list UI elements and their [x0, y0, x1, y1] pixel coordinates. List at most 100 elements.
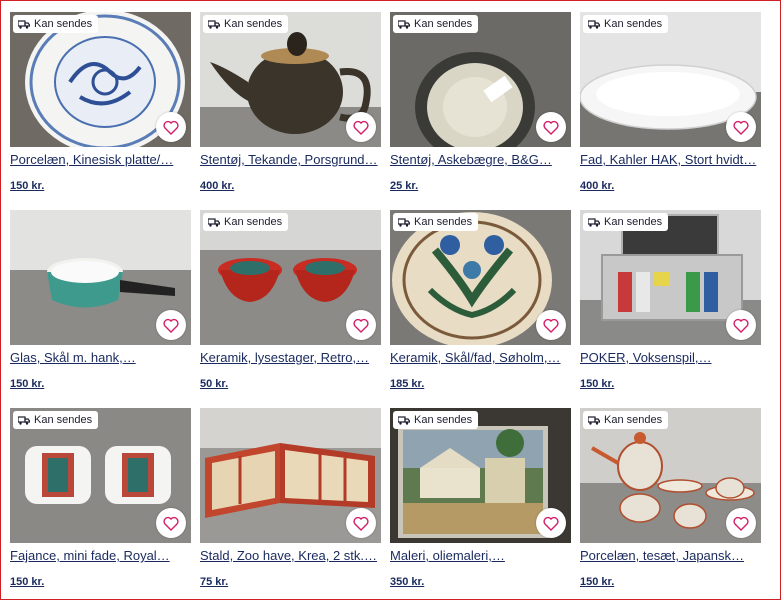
listing-title[interactable]: Maleri, oliemaleri,… — [390, 548, 571, 564]
listing-title[interactable]: Keramik, Skål/fad, Søholm,… — [390, 350, 571, 366]
listing-price[interactable]: 75 kr. — [200, 575, 381, 589]
listing-image[interactable]: Kan sendes — [580, 408, 761, 543]
shipping-badge-label: Kan sendes — [34, 18, 93, 30]
listing-title[interactable]: Porcelæn, Kinesisk platte/… — [10, 152, 191, 168]
shipping-badge: Kan sendes — [393, 15, 479, 33]
heart-icon — [733, 516, 749, 531]
listing-title[interactable]: Fad, Kahler HAK, Stort hvidt… — [580, 152, 761, 168]
listing-card[interactable]: Kan sendes Fad, Kahler HAK, Stort hvidt…… — [580, 12, 761, 193]
listing-card[interactable]: Kan sendes Porcelæn, Kinesisk platte/… 1… — [10, 12, 191, 193]
listing-title[interactable]: Stald, Zoo have, Krea, 2 stk.… — [200, 548, 381, 564]
favorite-button[interactable] — [346, 310, 376, 340]
shipping-badge: Kan sendes — [583, 15, 669, 33]
listing-title[interactable]: Keramik, lysestager, Retro,… — [200, 350, 381, 366]
favorite-button[interactable] — [536, 508, 566, 538]
listing-price[interactable]: 150 kr. — [580, 575, 761, 589]
listing-price[interactable]: 185 kr. — [390, 377, 571, 391]
heart-icon — [353, 318, 369, 333]
favorite-button[interactable] — [726, 112, 756, 142]
listing-card[interactable]: Kan sendes Keramik, lysestager, Retro,… … — [200, 210, 381, 391]
favorite-button[interactable] — [726, 508, 756, 538]
listing-image[interactable]: Kan sendes — [390, 210, 571, 345]
listing-image[interactable]: Kan sendes — [10, 12, 191, 147]
listing-price[interactable]: 25 kr. — [390, 179, 571, 193]
favorite-button[interactable] — [156, 112, 186, 142]
listing-card[interactable]: Stald, Zoo have, Krea, 2 stk.… 75 kr. — [200, 408, 381, 589]
heart-icon — [163, 120, 179, 135]
listing-card[interactable]: Kan sendes Maleri, oliemaleri,… 350 kr. — [390, 408, 571, 589]
truck-icon — [18, 19, 30, 29]
shipping-badge-label: Kan sendes — [604, 216, 663, 228]
listing-price[interactable]: 150 kr. — [580, 377, 761, 391]
listing-price[interactable]: 150 kr. — [10, 179, 191, 193]
listing-card[interactable]: Kan sendes Porcelæn, tesæt, Japansk… 150… — [580, 408, 761, 589]
truck-icon — [588, 19, 600, 29]
listing-card[interactable]: Kan sendes Stentøj, Tekande, Porsgrund… … — [200, 12, 381, 193]
heart-icon — [543, 120, 559, 135]
listing-card[interactable]: Kan sendes Fajance, mini fade, Royal… 15… — [10, 408, 191, 589]
heart-icon — [353, 120, 369, 135]
listing-image[interactable]: Kan sendes — [200, 12, 381, 147]
heart-icon — [733, 120, 749, 135]
listing-title[interactable]: Porcelæn, tesæt, Japansk… — [580, 548, 761, 564]
listing-title[interactable]: Glas, Skål m. hank,… — [10, 350, 191, 366]
listing-card[interactable]: Kan sendes Keramik, Skål/fad, Søholm,… 1… — [390, 210, 571, 391]
shipping-badge: Kan sendes — [583, 411, 669, 429]
shipping-badge-label: Kan sendes — [604, 414, 663, 426]
truck-icon — [588, 217, 600, 227]
listing-image[interactable]: Kan sendes — [580, 12, 761, 147]
favorite-button[interactable] — [156, 508, 186, 538]
listing-title[interactable]: POKER, Voksenspil,… — [580, 350, 761, 366]
shipping-badge: Kan sendes — [13, 411, 99, 429]
listing-card[interactable]: Kan sendes POKER, Voksenspil,… 150 kr. — [580, 210, 761, 391]
listing-image[interactable] — [10, 210, 191, 345]
shipping-badge-label: Kan sendes — [604, 18, 663, 30]
listing-image[interactable]: Kan sendes — [580, 210, 761, 345]
listing-price[interactable]: 350 kr. — [390, 575, 571, 589]
listing-image[interactable]: Kan sendes — [200, 210, 381, 345]
heart-icon — [163, 516, 179, 531]
favorite-button[interactable] — [536, 112, 566, 142]
listing-card[interactable]: Kan sendes Stentøj, Askebægre, B&G… 25 k… — [390, 12, 571, 193]
listing-card[interactable]: Glas, Skål m. hank,… 150 kr. — [10, 210, 191, 391]
listing-image[interactable] — [200, 408, 381, 543]
heart-icon — [733, 318, 749, 333]
heart-icon — [353, 516, 369, 531]
heart-icon — [163, 318, 179, 333]
favorite-button[interactable] — [726, 310, 756, 340]
truck-icon — [588, 415, 600, 425]
listing-image[interactable]: Kan sendes — [10, 408, 191, 543]
listing-image[interactable]: Kan sendes — [390, 12, 571, 147]
shipping-badge: Kan sendes — [203, 213, 289, 231]
shipping-badge: Kan sendes — [583, 213, 669, 231]
favorite-button[interactable] — [346, 508, 376, 538]
favorite-button[interactable] — [346, 112, 376, 142]
listing-image[interactable]: Kan sendes — [390, 408, 571, 543]
listing-grid: Kan sendes Porcelæn, Kinesisk platte/… 1… — [0, 0, 781, 600]
shipping-badge-label: Kan sendes — [224, 18, 283, 30]
listing-title[interactable]: Stentøj, Askebægre, B&G… — [390, 152, 571, 168]
listing-price[interactable]: 150 kr. — [10, 575, 191, 589]
shipping-badge-label: Kan sendes — [224, 216, 283, 228]
favorite-button[interactable] — [536, 310, 566, 340]
listing-title[interactable]: Fajance, mini fade, Royal… — [10, 548, 191, 564]
truck-icon — [208, 19, 220, 29]
shipping-badge: Kan sendes — [393, 213, 479, 231]
shipping-badge: Kan sendes — [203, 15, 289, 33]
shipping-badge-label: Kan sendes — [34, 414, 93, 426]
favorite-button[interactable] — [156, 310, 186, 340]
listing-price[interactable]: 400 kr. — [200, 179, 381, 193]
listing-title[interactable]: Stentøj, Tekande, Porsgrund… — [200, 152, 381, 168]
shipping-badge-label: Kan sendes — [414, 414, 473, 426]
shipping-badge: Kan sendes — [13, 15, 99, 33]
truck-icon — [398, 415, 410, 425]
listing-price[interactable]: 400 kr. — [580, 179, 761, 193]
heart-icon — [543, 516, 559, 531]
shipping-badge-label: Kan sendes — [414, 216, 473, 228]
heart-icon — [543, 318, 559, 333]
listing-price[interactable]: 50 kr. — [200, 377, 381, 391]
listing-price[interactable]: 150 kr. — [10, 377, 191, 391]
truck-icon — [18, 415, 30, 425]
shipping-badge-label: Kan sendes — [414, 18, 473, 30]
truck-icon — [398, 19, 410, 29]
